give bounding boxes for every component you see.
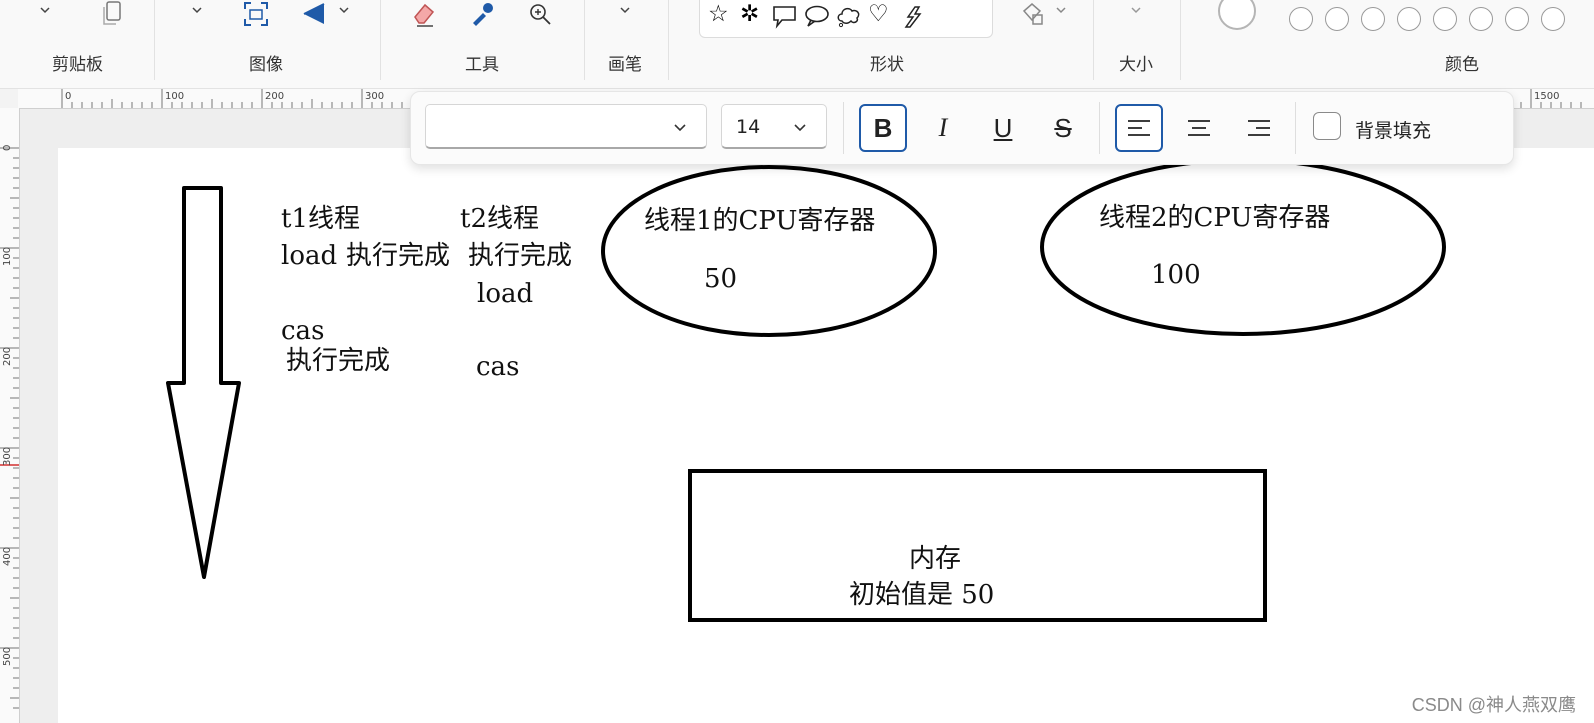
cpu-register-1-ellipse — [601, 165, 937, 337]
memory-initial-value: 初始值是 50 — [849, 580, 995, 610]
strikethrough-button[interactable]: S — [1039, 104, 1087, 152]
align-left-icon — [1128, 120, 1150, 136]
cpu-register-2-title: 线程2的CPU寄存器 — [1099, 203, 1331, 233]
t1-exec-done-2-label: 执行完成 — [286, 346, 391, 376]
t2-thread-label: t2线程 — [460, 204, 539, 234]
cpu-register-1-title: 线程1的CPU寄存器 — [644, 206, 876, 236]
t1-exec-done-label: 执行完成 — [346, 241, 451, 271]
align-right-button[interactable] — [1235, 104, 1283, 152]
t2-load-label: load — [477, 279, 534, 309]
background-fill-checkbox[interactable] — [1313, 112, 1341, 140]
memory-title: 内存 — [909, 544, 962, 574]
watermark: CSDN @神人燕双鹰 — [1411, 695, 1576, 715]
cpu-register-2-value: 100 — [1151, 260, 1201, 290]
italic-button[interactable]: I — [919, 104, 967, 152]
font-size-value: 14 — [736, 116, 761, 138]
t1-load-label: load — [281, 241, 338, 271]
t2-exec-done-label: 执行完成 — [468, 241, 573, 271]
align-center-icon — [1188, 120, 1210, 136]
background-fill-label: 背景填充 — [1355, 120, 1432, 142]
align-left-button[interactable] — [1115, 104, 1163, 152]
t2-cas-label: cas — [476, 352, 520, 382]
text-format-toolbar: 14 B I U S 背景填充 — [410, 91, 1514, 165]
align-right-icon — [1248, 120, 1270, 136]
down-arrow-shape — [166, 186, 241, 579]
cpu-register-1-value: 50 — [704, 264, 738, 294]
t1-thread-label: t1线程 — [281, 204, 360, 234]
toolbar-divider — [843, 102, 844, 154]
font-family-select[interactable] — [425, 104, 707, 149]
font-size-select[interactable]: 14 — [721, 104, 827, 149]
bold-button[interactable]: B — [859, 104, 907, 152]
align-center-button[interactable] — [1175, 104, 1223, 152]
underline-button[interactable]: U — [979, 104, 1027, 152]
cpu-register-2-ellipse — [1040, 158, 1446, 336]
chevron-down-icon — [794, 124, 806, 132]
chevron-down-icon — [674, 124, 686, 132]
t1-cas-label: cas — [281, 316, 325, 346]
toolbar-divider — [1295, 102, 1296, 154]
toolbar-divider — [1099, 102, 1100, 154]
